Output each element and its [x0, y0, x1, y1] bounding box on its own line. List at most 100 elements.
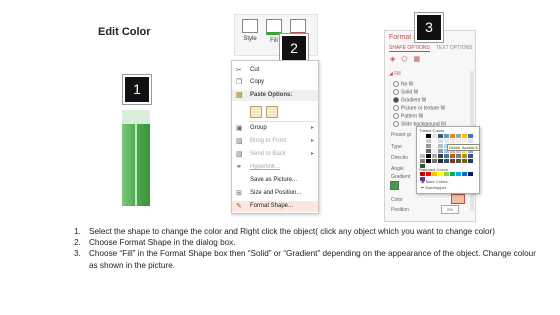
position-input[interactable]: 0% [441, 205, 459, 214]
color-swatch[interactable] [456, 154, 461, 158]
submenu-arrow-icon: ▸ [310, 138, 314, 144]
step-badge-3: 3 [417, 15, 441, 40]
color-swatch[interactable] [420, 154, 425, 158]
color-swatch[interactable] [444, 159, 449, 163]
color-swatch[interactable] [438, 139, 443, 143]
pane-tabs: SHAPE OPTIONS TEXT OPTIONS [389, 45, 473, 52]
color-swatch[interactable] [426, 154, 431, 158]
standard-color-swatch[interactable] [432, 172, 437, 176]
color-swatch[interactable] [420, 134, 425, 138]
tab-shape-options[interactable]: SHAPE OPTIONS [389, 45, 430, 52]
standard-color-swatch[interactable] [450, 172, 455, 176]
color-swatch[interactable] [450, 154, 455, 158]
color-swatch[interactable] [468, 134, 473, 138]
paste-keep-format-icon[interactable] [250, 106, 262, 118]
color-swatch[interactable] [456, 134, 461, 138]
color-swatch[interactable] [462, 159, 467, 163]
menu-paste-options-header: ▤ Paste Options: [232, 90, 318, 101]
shape-style-icon [242, 19, 258, 33]
standard-color-swatch[interactable] [438, 172, 443, 176]
color-swatch[interactable] [426, 149, 431, 153]
radio-pattern-fill[interactable]: Pattern fill [393, 113, 423, 119]
direction-label: Directio [391, 155, 408, 161]
color-swatch[interactable] [426, 159, 431, 163]
color-swatch[interactable] [438, 144, 443, 148]
standard-color-swatch[interactable] [462, 172, 467, 176]
menu-item-bring-to-front[interactable]: ▨ Bring to Front ▸ [232, 136, 318, 147]
menu-item-group[interactable]: ▣ Group ▸ [232, 123, 318, 134]
menu-item-hyperlink[interactable]: ⚭ Hyperlink... [232, 162, 318, 173]
menu-item-copy[interactable]: ❐ Copy [232, 77, 318, 88]
eyedropper-option[interactable]: ✒ Eyedropper [421, 185, 446, 190]
color-swatch[interactable] [432, 149, 437, 153]
radio-no-fill[interactable]: No fill [393, 81, 414, 87]
color-swatch[interactable] [438, 134, 443, 138]
paste-picture-icon[interactable] [266, 106, 278, 118]
color-swatch[interactable] [426, 134, 431, 138]
submenu-arrow-icon: ▸ [310, 151, 314, 157]
menu-item-label: Paste Options: [250, 92, 293, 98]
color-swatch[interactable] [444, 134, 449, 138]
color-swatch[interactable] [456, 159, 461, 163]
tab-text-options[interactable]: TEXT OPTIONS [436, 45, 473, 51]
color-swatch[interactable] [468, 154, 473, 158]
group-icon: ▣ [236, 125, 243, 132]
standard-color-swatch[interactable] [444, 172, 449, 176]
fill-section-header[interactable]: ◢ Fill [389, 71, 401, 77]
radio-solid-fill[interactable]: Solid fill [393, 89, 418, 95]
gradient-stops-label: Gradient [391, 174, 411, 180]
position-label: Position [391, 207, 409, 213]
color-swatch[interactable] [438, 154, 443, 158]
color-swatch[interactable] [444, 139, 449, 143]
color-picker-button[interactable] [451, 194, 465, 204]
more-colors-option[interactable]: ◉ More Colors... [421, 179, 451, 184]
color-swatch[interactable] [432, 144, 437, 148]
standard-color-swatch[interactable] [456, 172, 461, 176]
radio-picture-fill[interactable]: Picture or texture fill [393, 105, 445, 111]
color-swatch[interactable] [432, 154, 437, 158]
color-swatch[interactable] [420, 149, 425, 153]
color-swatch[interactable] [426, 139, 431, 143]
standard-color-swatch[interactable] [426, 172, 431, 176]
menu-item-send-to-back[interactable]: ▧ Send to Back ▸ [232, 149, 318, 160]
instruction-number: 2. [74, 238, 81, 248]
instruction-item: 3. Choose “Fill” in the Format Shape box … [70, 248, 540, 270]
color-swatch[interactable] [462, 139, 467, 143]
size-properties-icon[interactable]: ▦ [413, 56, 426, 63]
color-swatch[interactable] [432, 159, 437, 163]
radio-gradient-fill[interactable]: Gradient fill [393, 97, 426, 103]
menu-item-label: Copy [250, 79, 265, 85]
color-swatch[interactable] [462, 134, 467, 138]
menu-item-save-as-picture[interactable]: Save as Picture... [232, 175, 318, 186]
style-button[interactable]: Style [239, 19, 261, 42]
color-swatch[interactable] [468, 159, 473, 163]
color-swatch[interactable] [438, 149, 443, 153]
standard-color-swatch[interactable] [468, 172, 473, 176]
paste-icon: ▤ [236, 92, 243, 99]
color-swatch[interactable] [456, 139, 461, 143]
color-swatch[interactable] [432, 139, 437, 143]
menu-item-label: Format Shape... [250, 203, 294, 209]
send-back-icon: ▧ [236, 151, 243, 158]
menu-item-cut[interactable]: ✂ Cut [232, 65, 318, 76]
menu-item-size-and-position[interactable]: ⊞ Size and Position... [232, 188, 318, 199]
effects-icon[interactable]: ⬠ [401, 56, 413, 63]
color-swatch[interactable] [450, 159, 455, 163]
fill-line-icon[interactable]: ◈ [390, 56, 401, 63]
color-swatch[interactable] [426, 144, 431, 148]
green-shape[interactable] [120, 106, 152, 206]
color-swatch[interactable] [420, 144, 425, 148]
color-swatch[interactable] [468, 139, 473, 143]
gradient-stop-handle[interactable] [390, 181, 399, 190]
color-swatch[interactable] [444, 154, 449, 158]
color-swatch[interactable] [462, 154, 467, 158]
color-swatch[interactable] [432, 134, 437, 138]
color-swatch[interactable] [438, 159, 443, 163]
standard-color-swatch[interactable] [420, 172, 425, 176]
color-swatch[interactable] [450, 134, 455, 138]
type-label: Type [391, 144, 402, 150]
menu-item-format-shape[interactable]: ✎ Format Shape... [232, 201, 318, 212]
color-swatch[interactable] [420, 139, 425, 143]
color-swatch[interactable] [450, 139, 455, 143]
color-swatch[interactable] [420, 159, 425, 163]
